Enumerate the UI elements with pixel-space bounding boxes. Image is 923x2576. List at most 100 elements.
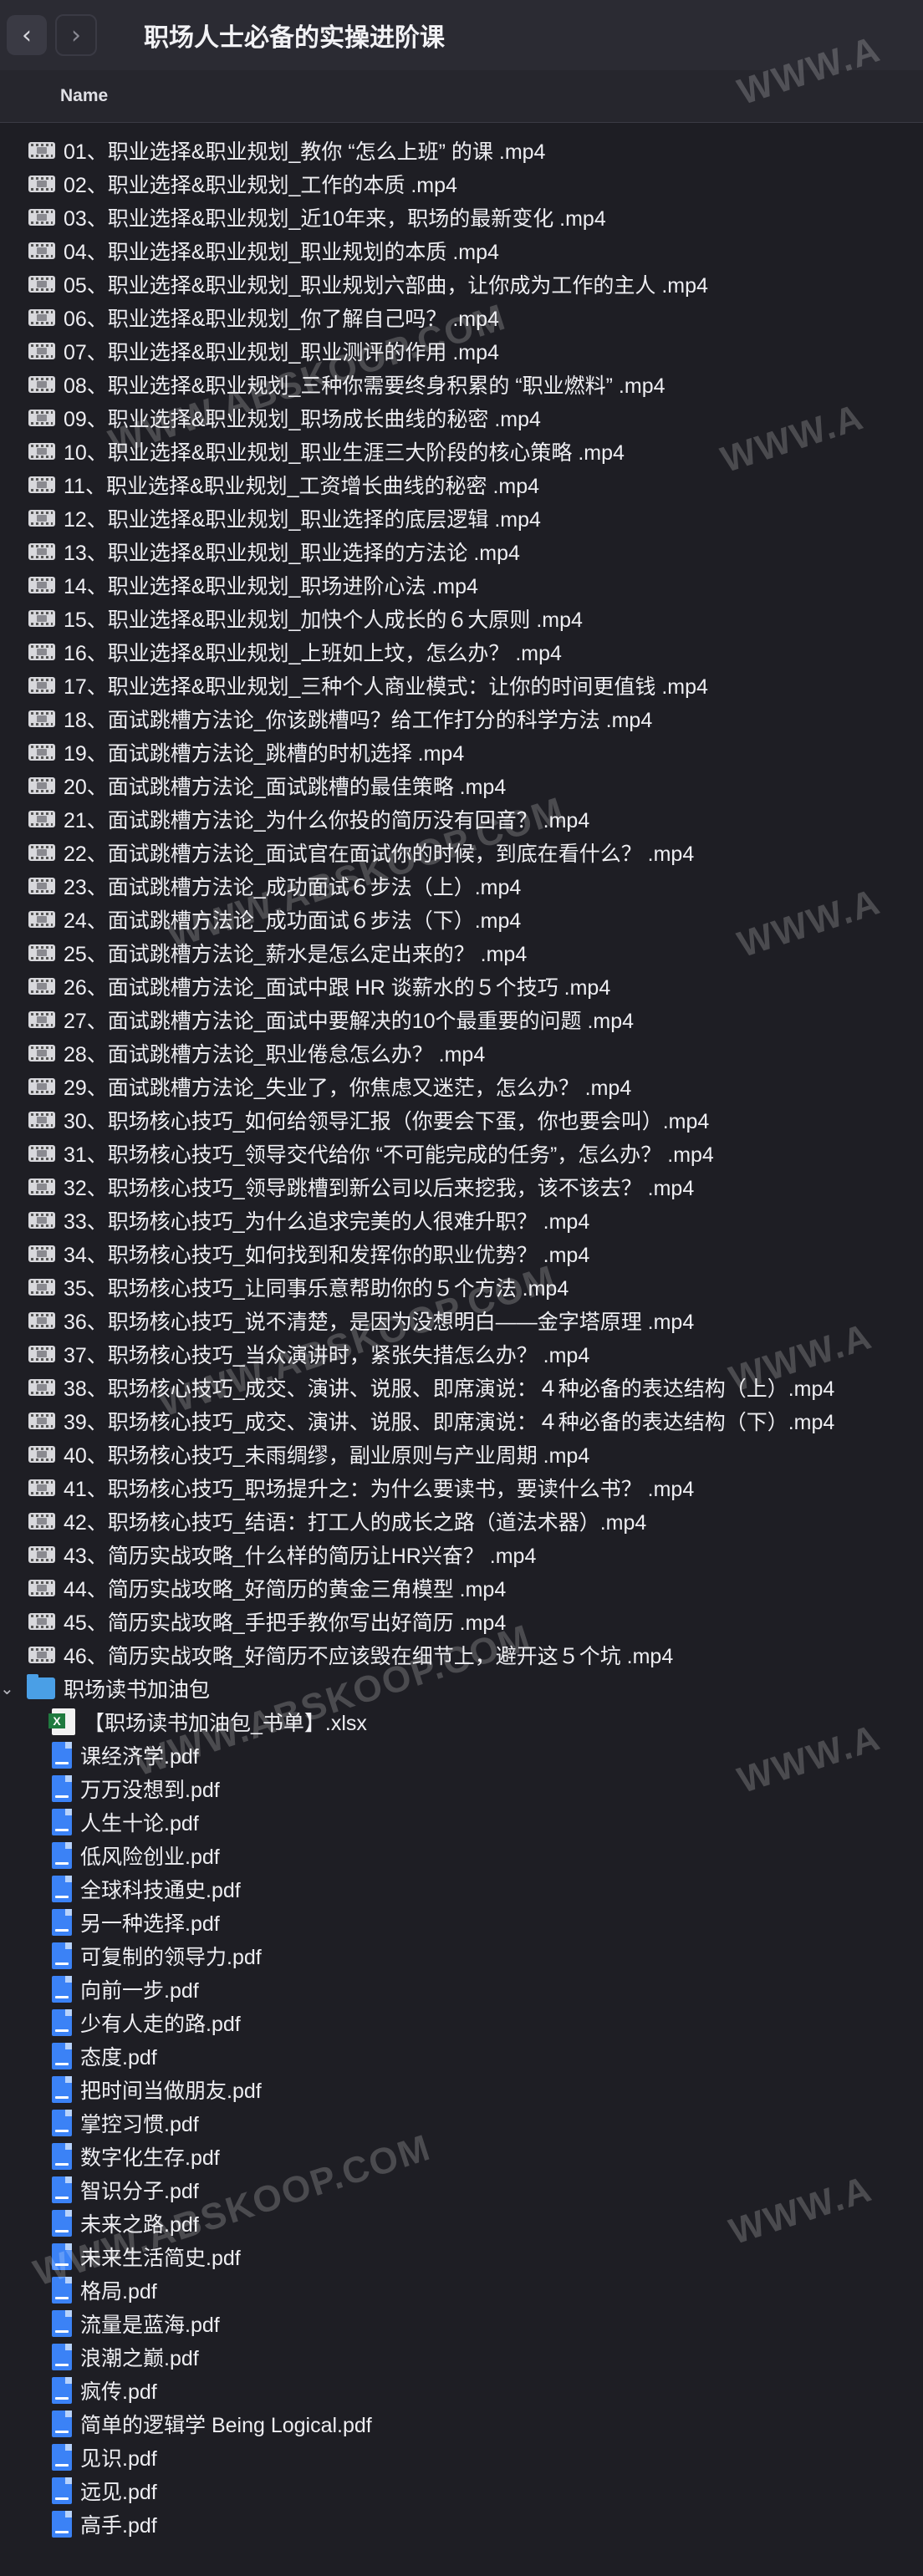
list-item-file[interactable]: 掌控习惯.pdf: [0, 2106, 923, 2140]
list-item-file[interactable]: 人生十论.pdf: [0, 1805, 923, 1839]
list-item-file[interactable]: 智识分子.pdf: [0, 2173, 923, 2207]
file-name: 疯传.pdf: [80, 2380, 157, 2404]
list-item-video[interactable]: 08、职业选择&职业规划_三种你需要终身积累的 “职业燃料” .mp4: [0, 368, 923, 401]
folder-row[interactable]: ⌄ 职场读书加油包: [0, 1672, 923, 1705]
video-file-icon: [28, 1078, 55, 1095]
video-file-icon: [28, 878, 55, 894]
list-item-file[interactable]: 态度.pdf: [0, 2039, 923, 2073]
name-column-header[interactable]: Name: [60, 86, 108, 106]
list-item-video[interactable]: 29、面试跳槽方法论_失业了，你焦虑又迷茫，怎么办？ .mp4: [0, 1070, 923, 1103]
list-item-video[interactable]: 21、面试跳槽方法论_为什么你投的简历没有回音？ .mp4: [0, 802, 923, 836]
list-item-video[interactable]: 28、面试跳槽方法论_职业倦怠怎么办？ .mp4: [0, 1036, 923, 1070]
list-item-video[interactable]: 24、面试跳槽方法论_成功面试６步法（下）.mp4: [0, 903, 923, 936]
list-item-video[interactable]: 17、职业选择&职业规划_三种个人商业模式：让你的时间更值钱 .mp4: [0, 669, 923, 702]
video-file-icon: [28, 1245, 55, 1262]
list-item-video[interactable]: 42、职场核心技巧_结语：打工人的成长之路（道法术器）.mp4: [0, 1504, 923, 1538]
list-item-video[interactable]: 43、简历实战攻略_什么样的简历让HR兴奋？ .mp4: [0, 1538, 923, 1571]
list-item-video[interactable]: 02、职业选择&职业规划_工作的本质 .mp4: [0, 167, 923, 201]
list-item-video[interactable]: 40、职场核心技巧_未雨绸缪，副业原则与产业周期 .mp4: [0, 1438, 923, 1471]
chevron-down-icon[interactable]: ⌄: [0, 1678, 17, 1698]
list-item-file[interactable]: 未来之路.pdf: [0, 2207, 923, 2240]
list-item-video[interactable]: 46、简历实战攻略_好简历不应该毁在细节上，避开这５个坑 .mp4: [0, 1638, 923, 1672]
list-item-file[interactable]: 远见.pdf: [0, 2474, 923, 2507]
list-item-video[interactable]: 07、职业选择&职业规划_职业测评的作用 .mp4: [0, 334, 923, 368]
list-item-video[interactable]: 05、职业选择&职业规划_职业规划六部曲，让你成为工作的主人 .mp4: [0, 267, 923, 301]
list-item-video[interactable]: 13、职业选择&职业规划_职业选择的方法论 .mp4: [0, 535, 923, 568]
list-item-video[interactable]: 33、职场核心技巧_为什么追求完美的人很难升职？ .mp4: [0, 1204, 923, 1237]
list-item-video[interactable]: 45、简历实战攻略_手把手教你写出好简历 .mp4: [0, 1605, 923, 1638]
list-item-file[interactable]: 格局.pdf: [0, 2273, 923, 2307]
video-file-icon: [28, 1613, 55, 1630]
list-item-video[interactable]: 09、职业选择&职业规划_职场成长曲线的秘密 .mp4: [0, 401, 923, 435]
file-name: 42、职场核心技巧_结语：打工人的成长之路（道法术器）.mp4: [64, 1511, 647, 1535]
list-item-video[interactable]: 31、职场核心技巧_领导交代给你 “不可能完成的任务”，怎么办？ .mp4: [0, 1137, 923, 1170]
pdf-file-icon: [52, 2477, 72, 2504]
list-item-file[interactable]: 向前一步.pdf: [0, 1973, 923, 2006]
list-item-file[interactable]: 数字化生存.pdf: [0, 2140, 923, 2173]
list-item-video[interactable]: 32、职场核心技巧_领导跳槽到新公司以后来挖我，该不该去？ .mp4: [0, 1170, 923, 1204]
list-item-video[interactable]: 22、面试跳槽方法论_面试官在面试你的时候，到底在看什么？ .mp4: [0, 836, 923, 869]
list-item-file[interactable]: 高手.pdf: [0, 2507, 923, 2541]
video-file-icon: [28, 1479, 55, 1496]
list-item-file[interactable]: 见识.pdf: [0, 2441, 923, 2474]
list-item-file[interactable]: 把时间当做朋友.pdf: [0, 2073, 923, 2106]
list-item-video[interactable]: 30、职场核心技巧_如何给领导汇报（你要会下蛋，你也要会叫）.mp4: [0, 1103, 923, 1137]
list-item-video[interactable]: 18、面试跳槽方法论_你该跳槽吗？给工作打分的科学方法 .mp4: [0, 702, 923, 736]
list-item-video[interactable]: 41、职场核心技巧_职场提升之：为什么要读书，要读什么书？ .mp4: [0, 1471, 923, 1504]
list-item-file[interactable]: 可复制的领导力.pdf: [0, 1939, 923, 1973]
list-item-video[interactable]: 11、职业选择&职业规划_工资增长曲线的秘密 .mp4: [0, 468, 923, 501]
list-item-video[interactable]: 23、面试跳槽方法论_成功面试６步法（上）.mp4: [0, 869, 923, 903]
list-item-file[interactable]: 另一种选择.pdf: [0, 1906, 923, 1939]
video-file-icon: [28, 1580, 55, 1596]
list-item-file[interactable]: 课经济学.pdf: [0, 1739, 923, 1772]
list-item-file[interactable]: 浪潮之巅.pdf: [0, 2340, 923, 2374]
list-item-video[interactable]: 38、职场核心技巧_成交、演讲、说服、即席演说：４种必备的表达结构（上）.mp4: [0, 1371, 923, 1404]
list-item-video[interactable]: 19、面试跳槽方法论_跳槽的时机选择 .mp4: [0, 736, 923, 769]
list-item-video[interactable]: 14、职业选择&职业规划_职场进阶心法 .mp4: [0, 568, 923, 602]
list-item-video[interactable]: 15、职业选择&职业规划_加快个人成长的６大原则 .mp4: [0, 602, 923, 635]
list-item-file[interactable]: 简单的逻辑学 Being Logical.pdf: [0, 2407, 923, 2441]
list-item-video[interactable]: 12、职业选择&职业规划_职业选择的底层逻辑 .mp4: [0, 501, 923, 535]
pdf-file-icon: [52, 1976, 72, 2003]
list-item-video[interactable]: 37、职场核心技巧_当众演讲时，紧张失措怎么办？ .mp4: [0, 1337, 923, 1371]
list-item-video[interactable]: 44、简历实战攻略_好简历的黄金三角模型 .mp4: [0, 1571, 923, 1605]
video-file-icon: [28, 443, 55, 460]
list-item-video[interactable]: 10、职业选择&职业规划_职业生涯三大阶段的核心策略 .mp4: [0, 435, 923, 468]
list-item-file[interactable]: 流量是蓝海.pdf: [0, 2307, 923, 2340]
list-item-video[interactable]: 36、职场核心技巧_说不清楚，是因为没想明白——金字塔原理 .mp4: [0, 1304, 923, 1337]
file-name: 23、面试跳槽方法论_成功面试６步法（上）.mp4: [64, 876, 522, 899]
back-button[interactable]: ‹: [7, 15, 47, 55]
list-item-video[interactable]: 26、面试跳槽方法论_面试中跟 HR 谈薪水的５个技巧 .mp4: [0, 970, 923, 1003]
file-name: 17、职业选择&职业规划_三种个人商业模式：让你的时间更值钱 .mp4: [64, 675, 708, 699]
video-file-icon: [28, 844, 55, 861]
list-item-video[interactable]: 27、面试跳槽方法论_面试中要解决的10个最重要的问题 .mp4: [0, 1003, 923, 1036]
list-item-video[interactable]: 39、职场核心技巧_成交、演讲、说服、即席演说：４种必备的表达结构（下）.mp4: [0, 1404, 923, 1438]
list-item-video[interactable]: 34、职场核心技巧_如何找到和发挥你的职业优势？ .mp4: [0, 1237, 923, 1270]
list-item-file[interactable]: 疯传.pdf: [0, 2374, 923, 2407]
list-item-file[interactable]: 少有人走的路.pdf: [0, 2006, 923, 2039]
file-name: 可复制的领导力.pdf: [80, 1946, 262, 1969]
video-file-icon: [28, 911, 55, 928]
list-item-video[interactable]: 03、职业选择&职业规划_近10年来，职场的最新变化 .mp4: [0, 201, 923, 234]
list-item-file[interactable]: 万万没想到.pdf: [0, 1772, 923, 1805]
file-name: 22、面试跳槽方法论_面试官在面试你的时候，到底在看什么？ .mp4: [64, 843, 695, 866]
list-item-video[interactable]: 25、面试跳槽方法论_薪水是怎么定出来的？ .mp4: [0, 936, 923, 970]
list-item-file[interactable]: 低风险创业.pdf: [0, 1839, 923, 1872]
pdf-file-icon: [52, 1775, 72, 1802]
list-item-video[interactable]: 35、职场核心技巧_让同事乐意帮助你的５个方法 .mp4: [0, 1270, 923, 1304]
list-item-video[interactable]: 06、职业选择&职业规划_你了解自己吗？ .mp4: [0, 301, 923, 334]
file-name: 掌控习惯.pdf: [80, 2113, 199, 2136]
list-item-file[interactable]: 全球科技通史.pdf: [0, 1872, 923, 1906]
file-name: 07、职业选择&职业规划_职业测评的作用 .mp4: [64, 341, 499, 364]
list-item-video[interactable]: 01、职业选择&职业规划_教你 “怎么上班” 的课 .mp4: [0, 134, 923, 167]
list-item-file[interactable]: 未来生活简史.pdf: [0, 2240, 923, 2273]
list-item-file[interactable]: X 【职场读书加油包_书单】.xlsx: [0, 1705, 923, 1739]
file-name: 低风险创业.pdf: [80, 1845, 220, 1869]
list-item-video[interactable]: 20、面试跳槽方法论_面试跳槽的最佳策略 .mp4: [0, 769, 923, 802]
list-item-video[interactable]: 04、职业选择&职业规划_职业规划的本质 .mp4: [0, 234, 923, 267]
forward-button[interactable]: ›: [55, 14, 97, 56]
list-item-video[interactable]: 16、职业选择&职业规划_上班如上坟，怎么办？ .mp4: [0, 635, 923, 669]
window-title: 职场人士必备的实操进阶课: [144, 24, 445, 52]
column-header[interactable]: Name: [0, 70, 923, 123]
file-name: 19、面试跳槽方法论_跳槽的时机选择 .mp4: [64, 742, 465, 766]
